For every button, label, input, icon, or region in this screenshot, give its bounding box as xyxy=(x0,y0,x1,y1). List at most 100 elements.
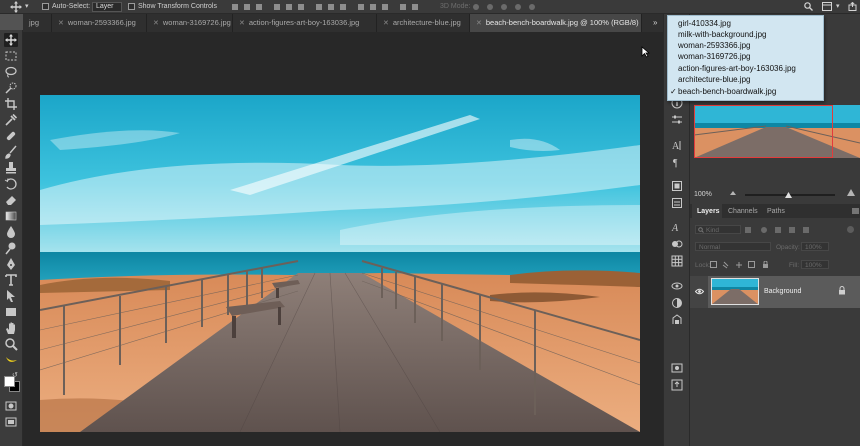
tab-label: woman-2593366.jpg xyxy=(67,18,136,27)
stamp-tool-icon[interactable] xyxy=(4,161,18,175)
type-tool-icon[interactable] xyxy=(4,273,18,287)
menu-item-document[interactable]: woman-3169726.jpg xyxy=(678,52,751,62)
banana-icon[interactable] xyxy=(4,353,18,367)
grid-panel-icon[interactable] xyxy=(671,255,683,267)
gradient-tool-icon[interactable] xyxy=(4,209,18,223)
options-bar: ▾ Auto-Select: Layer Show Transform Cont… xyxy=(0,0,860,14)
screen-mode-icon[interactable] xyxy=(4,415,18,429)
move-tool-icon[interactable] xyxy=(4,33,18,47)
zoom-in-icon[interactable] xyxy=(846,188,856,197)
menu-item-document[interactable]: girl-410334.jpg xyxy=(678,19,731,29)
zoom-tool-icon[interactable] xyxy=(4,337,18,351)
timeline-panel-icon[interactable] xyxy=(671,362,683,374)
3d-mode-label: 3D Mode: xyxy=(440,3,471,10)
workspace-chevron-icon[interactable]: ▾ xyxy=(836,2,840,10)
tab-document[interactable]: ✕ woman-3169726.jpg xyxy=(147,14,233,32)
move-tool-icon[interactable] xyxy=(10,1,22,13)
quick-mask-icon[interactable] xyxy=(4,399,18,413)
opacity-value: 100% xyxy=(805,244,822,251)
auto-select-checkbox[interactable] xyxy=(42,3,49,10)
tab-document[interactable]: jpg xyxy=(23,14,52,32)
paragraph-panel-icon[interactable]: ¶ xyxy=(671,156,683,168)
share-icon[interactable] xyxy=(848,2,857,11)
filter-toggle[interactable] xyxy=(847,226,854,233)
layer-name[interactable]: Background xyxy=(764,288,801,295)
tab-overflow-icon[interactable]: » xyxy=(653,18,657,27)
export-panel-icon[interactable] xyxy=(671,379,683,391)
zoom-out-icon[interactable] xyxy=(729,189,737,197)
tools-panel: ↺ xyxy=(0,30,23,446)
close-icon[interactable]: ✕ xyxy=(58,20,64,27)
tab-document[interactable]: ✕ woman-2593366.jpg xyxy=(52,14,147,32)
close-icon[interactable]: ✕ xyxy=(383,20,389,27)
paths-panel-icon[interactable] xyxy=(671,314,683,326)
libraries-panel-icon[interactable] xyxy=(671,180,683,192)
tab-channels[interactable]: Channels xyxy=(728,208,758,215)
check-icon: ✓ xyxy=(670,87,677,96)
lasso-tool-icon[interactable] xyxy=(4,65,18,79)
close-icon[interactable]: ✕ xyxy=(239,20,245,27)
navigator-thumbnail[interactable] xyxy=(694,105,860,158)
tab-layers[interactable]: Layers xyxy=(697,208,720,215)
document-list-menu: girl-410334.jpg milk-with-background.jpg… xyxy=(667,15,824,101)
layer-filter-kind-label: Kind xyxy=(706,227,720,234)
swatches-panel-icon[interactable] xyxy=(671,197,683,209)
search-icon xyxy=(698,227,704,233)
brush-tool-icon[interactable] xyxy=(4,145,18,159)
tab-paths[interactable]: Paths xyxy=(767,208,785,215)
layer-filter-icons[interactable] xyxy=(745,226,825,234)
workspace-icon[interactable] xyxy=(822,2,832,11)
menu-item-document[interactable]: action-figures-art-boy-163036.jpg xyxy=(678,64,796,74)
glyphs-panel-icon[interactable]: A xyxy=(671,221,683,233)
hand-tool-icon[interactable] xyxy=(4,321,18,335)
tab-active-document[interactable]: ✕ beach-bench-boardwalk.jpg @ 100% (RGB/8… xyxy=(470,14,642,32)
menu-item-document-active[interactable]: beach-bench-boardwalk.jpg xyxy=(678,87,776,97)
transform-controls-checkbox[interactable] xyxy=(128,3,135,10)
marquee-tool-icon[interactable] xyxy=(4,49,18,63)
navigator-zoom-value[interactable]: 100% xyxy=(694,191,712,198)
tab-label: woman-3169726.jpg xyxy=(162,18,231,27)
styles-panel-icon[interactable] xyxy=(671,238,683,250)
eyedropper-tool-icon[interactable] xyxy=(4,113,18,127)
quick-select-tool-icon[interactable] xyxy=(4,81,18,95)
blur-tool-icon[interactable] xyxy=(4,225,18,239)
transform-controls-label: Show Transform Controls xyxy=(138,3,217,10)
eraser-tool-icon[interactable] xyxy=(4,193,18,207)
zoom-slider-thumb[interactable] xyxy=(785,192,792,198)
auto-select-dropdown[interactable]: Layer xyxy=(92,2,122,12)
chevron-down-icon[interactable]: ▾ xyxy=(25,2,29,10)
fill-value: 100% xyxy=(805,262,822,269)
svg-text:A: A xyxy=(672,141,680,151)
menu-item-document[interactable]: architecture-blue.jpg xyxy=(678,75,750,85)
3d-mode-buttons[interactable] xyxy=(472,3,542,11)
close-icon[interactable]: ✕ xyxy=(476,20,482,27)
shape-tool-icon[interactable] xyxy=(4,305,18,319)
tab-document[interactable]: ✕ architecture-blue.jpg xyxy=(377,14,470,32)
adjustments-panel-icon[interactable] xyxy=(671,114,683,126)
tab-label: beach-bench-boardwalk.jpg @ 100% (RGB/8) xyxy=(485,18,639,27)
foreground-color-swatch[interactable] xyxy=(4,376,15,387)
align-buttons-group[interactable] xyxy=(232,3,432,11)
lock-options-icons[interactable] xyxy=(710,261,770,269)
svg-text:A: A xyxy=(671,223,679,233)
dodge-tool-icon[interactable] xyxy=(4,241,18,255)
search-icon[interactable] xyxy=(804,2,813,11)
path-select-tool-icon[interactable] xyxy=(4,289,18,303)
history-brush-tool-icon[interactable] xyxy=(4,177,18,191)
panel-menu-icon[interactable] xyxy=(852,208,859,214)
tab-document[interactable]: ✕ action-figures-art-boy-163036.jpg xyxy=(233,14,377,32)
healing-brush-tool-icon[interactable] xyxy=(4,129,18,143)
layer-thumbnail[interactable] xyxy=(711,278,759,305)
pen-tool-icon[interactable] xyxy=(4,257,18,271)
character-panel-icon[interactable]: A xyxy=(671,139,683,151)
3d-panel-icon[interactable] xyxy=(671,280,683,292)
eye-icon[interactable] xyxy=(695,288,704,295)
document-image[interactable] xyxy=(40,95,640,432)
close-icon[interactable]: ✕ xyxy=(153,20,159,27)
menu-item-document[interactable]: milk-with-background.jpg xyxy=(678,30,766,40)
channels-panel-icon[interactable] xyxy=(671,297,683,309)
mouse-cursor-icon xyxy=(641,46,650,58)
opacity-label: Opacity: xyxy=(776,244,800,251)
menu-item-document[interactable]: woman-2593366.jpg xyxy=(678,41,751,51)
crop-tool-icon[interactable] xyxy=(4,97,18,111)
